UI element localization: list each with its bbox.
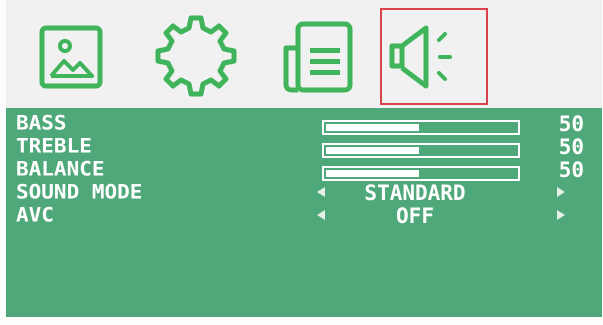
avc-label: AVC bbox=[16, 204, 54, 227]
bass-row[interactable]: BASS 50 bbox=[6, 112, 602, 138]
avc-next-arrow-icon[interactable] bbox=[557, 210, 565, 220]
bass-label: BASS bbox=[16, 112, 67, 135]
sound-mode-prev-arrow-icon[interactable] bbox=[317, 187, 325, 197]
picture-icon bbox=[39, 25, 103, 89]
balance-label: BALANCE bbox=[16, 158, 105, 181]
balance-value: 50 bbox=[558, 158, 584, 182]
avc-row[interactable]: AVC OFF bbox=[6, 204, 602, 230]
bass-value: 50 bbox=[558, 112, 584, 136]
document-list-icon bbox=[283, 21, 353, 93]
bass-slider-fill bbox=[326, 124, 419, 131]
sound-mode-next-arrow-icon[interactable] bbox=[557, 187, 565, 197]
tab-setup[interactable] bbox=[146, 8, 246, 104]
avc-value: OFF bbox=[396, 204, 434, 228]
treble-value: 50 bbox=[558, 135, 584, 159]
tab-menu[interactable] bbox=[268, 8, 368, 104]
treble-label: TREBLE bbox=[16, 135, 92, 158]
sound-mode-row[interactable]: SOUND MODE STANDARD bbox=[6, 181, 602, 207]
tab-sound[interactable] bbox=[380, 8, 488, 105]
tab-picture[interactable] bbox=[22, 8, 122, 104]
sound-mode-value: STANDARD bbox=[364, 181, 466, 205]
avc-prev-arrow-icon[interactable] bbox=[317, 210, 325, 220]
sound-mode-label: SOUND MODE bbox=[16, 181, 143, 204]
treble-slider[interactable] bbox=[322, 143, 520, 158]
bass-slider[interactable] bbox=[322, 120, 520, 135]
osd-frame: BASS 50 TREBLE 50 BALANCE 50 SOUND MODE … bbox=[0, 0, 603, 325]
balance-slider-fill bbox=[326, 170, 419, 177]
gear-icon bbox=[155, 15, 237, 97]
treble-slider-fill bbox=[326, 147, 419, 154]
sound-settings-panel: BASS 50 TREBLE 50 BALANCE 50 SOUND MODE … bbox=[6, 108, 602, 317]
speaker-icon bbox=[389, 25, 452, 89]
balance-slider[interactable] bbox=[322, 166, 520, 181]
menu-tab-bar bbox=[6, 0, 602, 108]
